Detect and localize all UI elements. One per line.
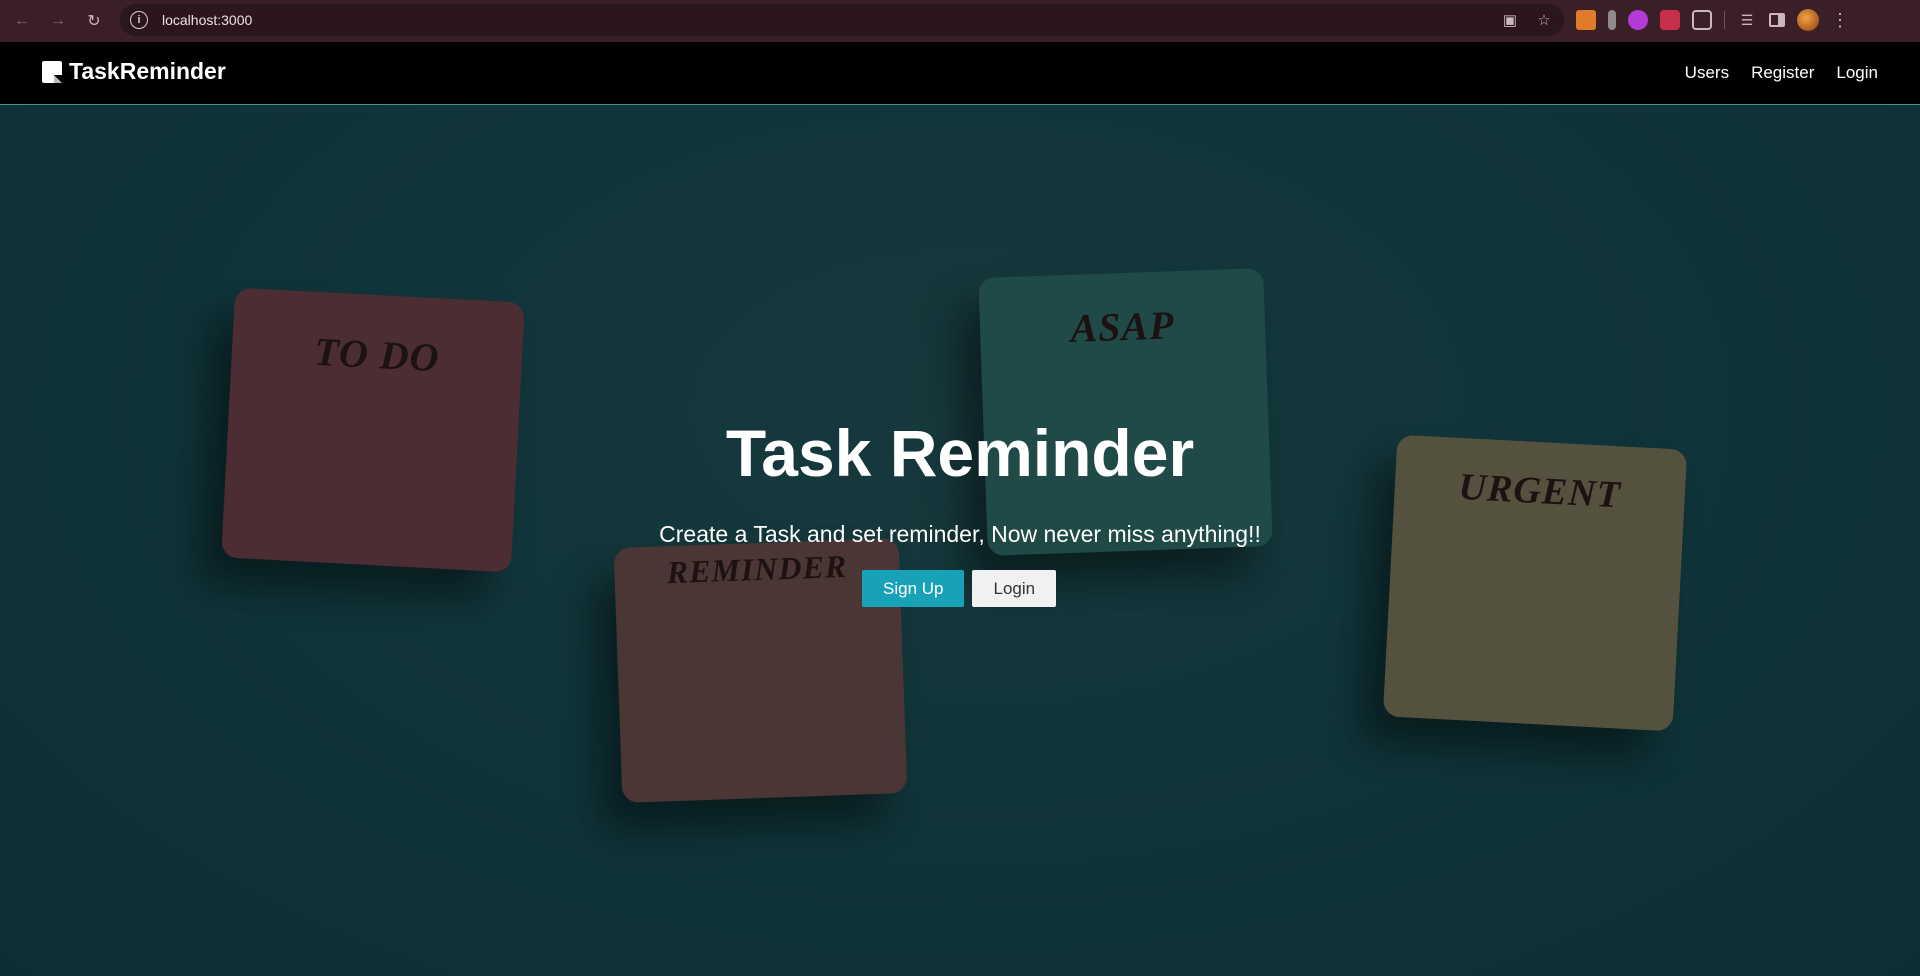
extensions-puzzle-icon[interactable] <box>1692 10 1712 30</box>
hero-buttons: Sign Up Login <box>862 570 1057 607</box>
app-navbar: TaskReminder Users Register Login <box>0 42 1920 105</box>
nav-link-register[interactable]: Register <box>1751 63 1814 83</box>
address-url[interactable]: localhost:3000 <box>162 12 252 28</box>
sticky-note-icon <box>42 60 62 83</box>
hero-title: Task Reminder <box>725 416 1195 490</box>
star-icon[interactable]: ☆ <box>1534 10 1554 30</box>
media-controls-icon[interactable]: ☰ <box>1737 12 1757 29</box>
extension-icon[interactable] <box>1660 10 1680 30</box>
side-panel-icon[interactable] <box>1769 13 1785 27</box>
back-arrow-icon[interactable]: ← <box>10 9 34 33</box>
brand-link[interactable]: TaskReminder <box>42 58 226 85</box>
extension-icon[interactable] <box>1608 10 1616 30</box>
kebab-menu-icon[interactable]: ⋮ <box>1831 10 1849 30</box>
install-app-icon[interactable]: ▣ <box>1500 10 1520 30</box>
forward-arrow-icon[interactable]: → <box>46 9 70 33</box>
nav-link-users[interactable]: Users <box>1685 63 1729 83</box>
nav-link-login[interactable]: Login <box>1836 63 1878 83</box>
nav-links: Users Register Login <box>1685 63 1878 83</box>
browser-toolbar: ← → ↻ i localhost:3000 ▣ ☆ ☰ ⋮ <box>0 0 1920 42</box>
metamask-extension-icon[interactable] <box>1576 10 1596 30</box>
extension-icon[interactable] <box>1628 10 1648 30</box>
sticky-note-asap: ASAP <box>978 268 1273 556</box>
note-label: ASAP <box>1069 302 1176 351</box>
toolbar-divider <box>1724 11 1725 29</box>
reload-icon[interactable]: ↻ <box>82 9 106 33</box>
note-label: REMINDER <box>666 547 848 591</box>
login-button[interactable]: Login <box>972 570 1057 607</box>
brand-name: TaskReminder <box>69 58 226 84</box>
sign-up-button[interactable]: Sign Up <box>862 570 965 607</box>
address-bar[interactable]: i localhost:3000 ▣ ☆ <box>120 4 1564 36</box>
note-label: TO DO <box>313 328 441 381</box>
extensions-bar: ☰ ⋮ <box>1576 9 1849 31</box>
info-icon[interactable]: i <box>130 11 148 29</box>
hero-section: TO DO ASAP REMINDER URGENT Task Reminder… <box>0 105 1920 976</box>
hero-subtitle: Create a Task and set reminder, Now neve… <box>659 521 1261 547</box>
profile-avatar[interactable] <box>1797 9 1819 31</box>
